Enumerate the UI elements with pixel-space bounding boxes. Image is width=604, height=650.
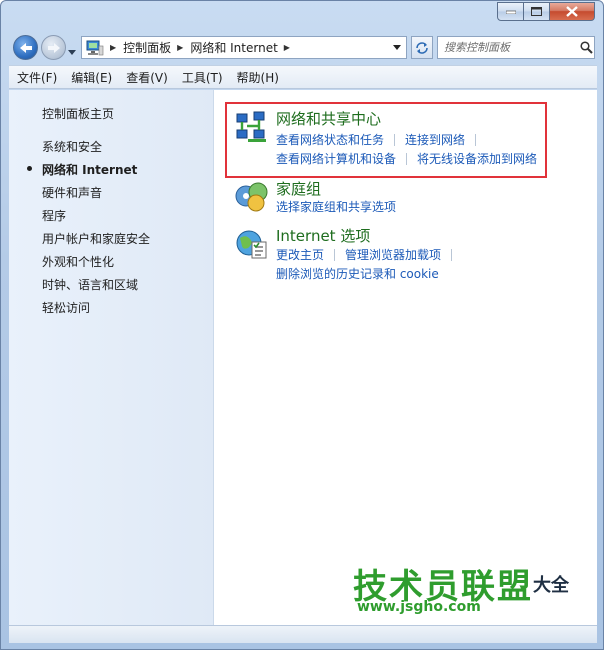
navigation-bar: ▶ 控制面板 ▶ 网络和 Internet ▶ [9, 33, 597, 61]
breadcrumb-separator-icon[interactable]: ▶ [177, 43, 183, 52]
chevron-down-icon [68, 50, 76, 55]
menu-bar: 文件(F) 编辑(E) 查看(V) 工具(T) 帮助(H) [9, 65, 597, 89]
title-bar[interactable] [1, 1, 603, 31]
sidebar-item-clock-region[interactable]: 时钟、语言和区域 [42, 276, 138, 293]
sidebar-item-programs[interactable]: 程序 [42, 207, 66, 224]
task-change-homepage[interactable]: 更改主页 [276, 246, 324, 263]
link-separator [334, 248, 336, 261]
menu-file[interactable]: 文件(F) [17, 69, 57, 86]
sidebar-item-user-accounts[interactable]: 用户帐户和家庭安全 [42, 230, 150, 247]
watermark-url: www.jsgho.com [357, 599, 481, 615]
link-row: 删除浏览的历史记录和 cookie [276, 265, 439, 282]
menu-tools[interactable]: 工具(T) [182, 69, 223, 86]
chevron-down-icon [393, 45, 401, 50]
recent-pages-dropdown[interactable] [68, 44, 76, 58]
breadcrumb-separator-icon: ▶ [110, 43, 117, 52]
status-bar [9, 625, 597, 643]
back-arrow-icon [19, 42, 32, 53]
search-box[interactable] [437, 36, 595, 59]
link-row: 选择家庭组和共享选项 [276, 198, 396, 215]
search-icon[interactable] [580, 41, 593, 54]
close-icon [566, 6, 578, 17]
address-dropdown[interactable] [388, 37, 406, 58]
breadcrumb-control-panel[interactable]: 控制面板 [123, 39, 171, 56]
homegroup-icon[interactable] [234, 178, 270, 214]
refresh-button[interactable] [411, 36, 433, 59]
maximize-button[interactable] [524, 2, 550, 21]
sidebar-item-system-security[interactable]: 系统和安全 [42, 138, 102, 155]
forward-arrow-icon [47, 42, 60, 53]
explorer-window: ▶ 控制面板 ▶ 网络和 Internet ▶ 文件(F) 编辑(E) 查看(V [0, 0, 604, 650]
sidebar-item-appearance[interactable]: 外观和个性化 [42, 253, 114, 270]
link-row: 更改主页 管理浏览器加载项 [276, 246, 462, 263]
breadcrumb-network-internet[interactable]: 网络和 Internet [190, 39, 277, 56]
minimize-icon [505, 10, 516, 14]
menu-edit[interactable]: 编辑(E) [71, 69, 112, 86]
breadcrumb-separator-icon[interactable]: ▶ [284, 43, 290, 52]
sidebar-item-control-panel-home[interactable]: 控制面板主页 [42, 105, 114, 122]
maximize-icon [531, 7, 542, 16]
search-input[interactable] [444, 41, 576, 54]
sidebar-item-hardware-sound[interactable]: 硬件和声音 [42, 184, 102, 201]
menu-view[interactable]: 查看(V) [126, 69, 168, 86]
sidebar: 控制面板主页 系统和安全 网络和 Internet 硬件和声音 程序 用户帐户和… [9, 90, 214, 625]
menu-help[interactable]: 帮助(H) [237, 69, 279, 86]
forward-button[interactable] [41, 35, 66, 60]
watermark-side-text: 大全 [533, 575, 569, 596]
internet-options-icon[interactable] [234, 226, 270, 262]
control-panel-icon [86, 40, 104, 55]
watermark-logo: 技术员联盟 大全 www.jsgho.com [353, 559, 583, 619]
section-title-homegroup[interactable]: 家庭组 [276, 178, 321, 199]
link-separator [451, 248, 453, 261]
sidebar-item-ease-of-access[interactable]: 轻松访问 [42, 299, 90, 316]
refresh-icon [416, 41, 428, 54]
task-manage-addons[interactable]: 管理浏览器加载项 [345, 246, 441, 263]
task-homegroup-sharing-options[interactable]: 选择家庭组和共享选项 [276, 198, 396, 215]
active-bullet-icon [27, 166, 32, 171]
section-title-internet-options[interactable]: Internet 选项 [276, 225, 370, 246]
address-bar[interactable]: ▶ 控制面板 ▶ 网络和 Internet ▶ [81, 36, 407, 59]
close-button[interactable] [550, 2, 595, 21]
caption-buttons [497, 2, 595, 22]
sidebar-item-network-internet[interactable]: 网络和 Internet [42, 161, 137, 178]
back-button[interactable] [13, 35, 38, 60]
minimize-button[interactable] [497, 2, 524, 21]
task-delete-browsing-history[interactable]: 删除浏览的历史记录和 cookie [276, 265, 439, 282]
highlight-box [225, 102, 547, 178]
